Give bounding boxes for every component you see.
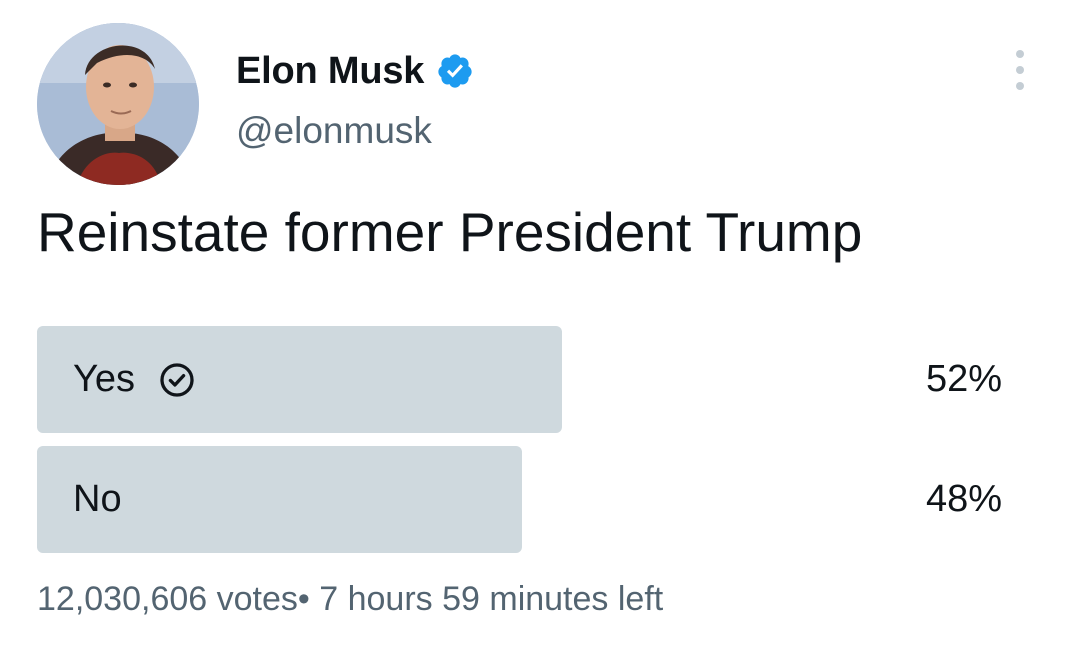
poll-option-percent: 52% xyxy=(925,358,1002,400)
time-left: 7 hours 59 minutes left xyxy=(319,580,664,618)
verified-badge-icon xyxy=(436,52,474,90)
author-block: Elon Musk @elonmusk xyxy=(236,48,474,152)
poll-option-no[interactable]: No 48% xyxy=(37,446,1002,553)
more-dot xyxy=(1016,50,1024,58)
tweet-text: Reinstate former President Trump xyxy=(37,201,863,263)
vote-count: 12,030,606 votes xyxy=(37,580,298,618)
more-options-icon[interactable] xyxy=(1004,50,1036,90)
poll-meta: 12,030,606 votes• 7 hours 59 minutes lef… xyxy=(37,580,663,619)
tweet-card: Elon Musk @elonmusk Reinstate former Pre… xyxy=(0,0,1080,659)
handle[interactable]: @elonmusk xyxy=(236,110,474,152)
more-dot xyxy=(1016,66,1024,74)
name-row: Elon Musk xyxy=(236,48,474,94)
poll-option-label: No xyxy=(73,478,122,520)
meta-separator: • xyxy=(297,580,310,618)
check-circle-icon xyxy=(159,362,195,398)
poll-option-percent: 48% xyxy=(925,478,1002,520)
avatar-image xyxy=(37,23,199,185)
poll-option-label: Yes xyxy=(73,358,135,400)
poll-option-yes[interactable]: Yes 52% xyxy=(37,326,1002,433)
poll-option-label-wrap: Yes xyxy=(73,326,195,433)
display-name[interactable]: Elon Musk xyxy=(236,50,424,93)
more-dot xyxy=(1016,82,1024,90)
poll: Yes 52% No 48% xyxy=(37,326,1002,566)
avatar[interactable] xyxy=(37,23,199,185)
poll-option-label-wrap: No xyxy=(73,446,122,553)
